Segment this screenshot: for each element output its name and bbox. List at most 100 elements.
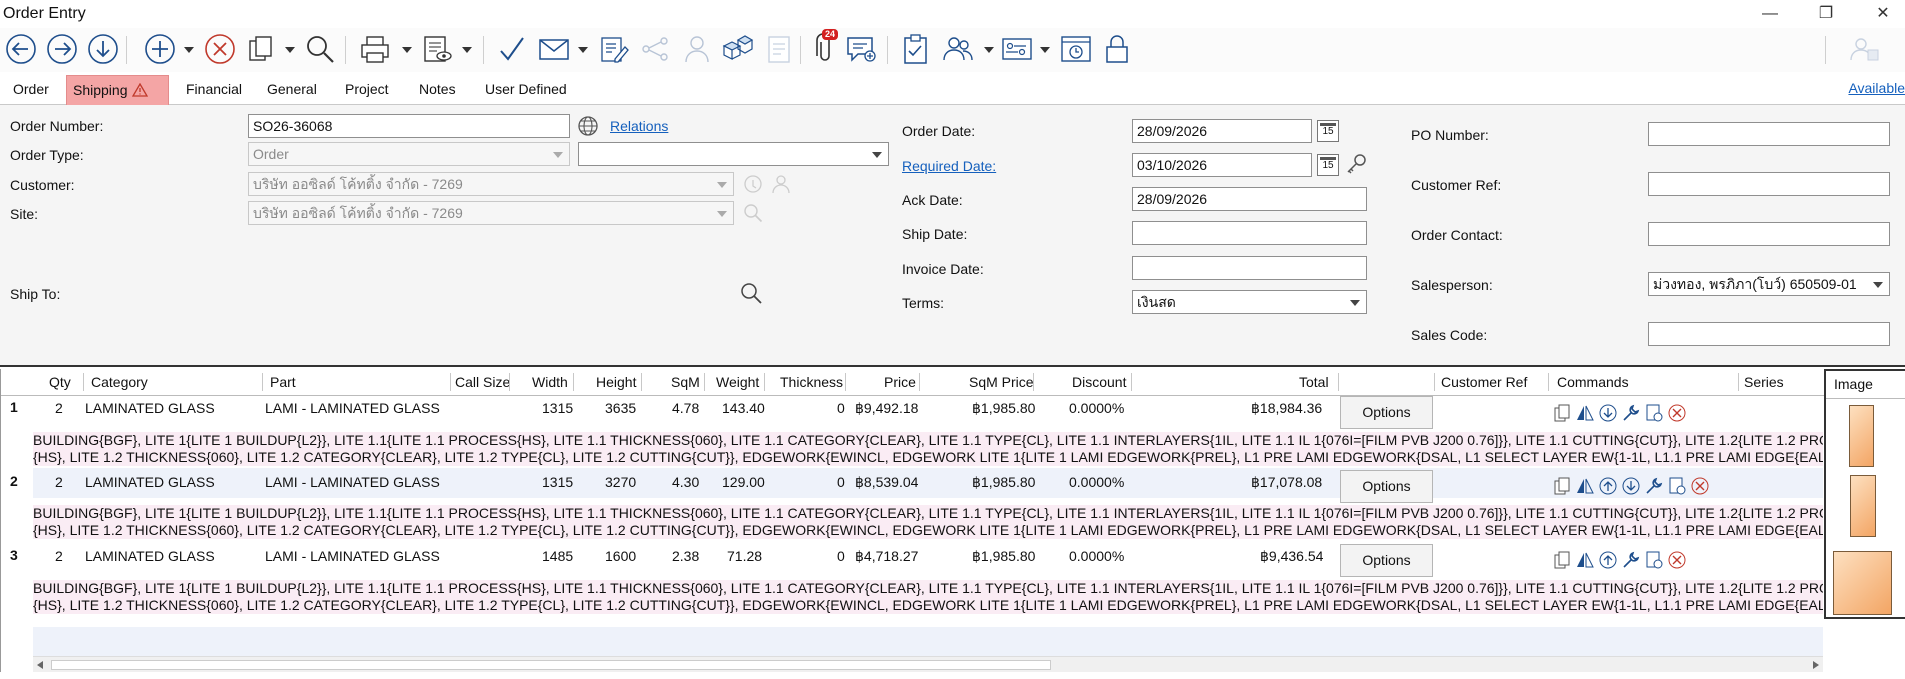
column-discount[interactable]: Discount	[1072, 374, 1126, 390]
options-button[interactable]: Options	[1340, 396, 1433, 429]
salesperson-select[interactable]: ม่วงทอง, พรภิภา(โบว์) 650509-01	[1648, 272, 1890, 296]
customer-ref-field[interactable]	[1648, 172, 1890, 196]
forward-icon[interactable]	[45, 32, 79, 66]
relations-link[interactable]: Relations	[610, 118, 668, 134]
users-icon[interactable]	[941, 32, 975, 66]
order-date-calendar-icon[interactable]: 15	[1317, 120, 1339, 142]
email-icon[interactable]	[537, 32, 571, 66]
terms-select[interactable]: เงินสด	[1132, 290, 1367, 314]
move-up-icon[interactable]	[1598, 550, 1618, 570]
schedule-icon[interactable]	[1059, 32, 1093, 66]
tab-shipping[interactable]: Shipping	[66, 75, 169, 105]
column-thickness[interactable]: Thickness	[780, 374, 843, 390]
scroll-right-arrow-icon[interactable]	[1813, 661, 1819, 669]
tab-project[interactable]: Project	[339, 75, 395, 105]
search-icon[interactable]	[303, 32, 337, 66]
required-date-link[interactable]: Required Date:	[902, 158, 996, 174]
order-contact-field[interactable]	[1648, 222, 1890, 246]
column-price[interactable]: Price	[884, 374, 916, 390]
move-down-icon[interactable]	[1598, 403, 1618, 423]
column-series[interactable]: Series	[1744, 374, 1784, 390]
column-category[interactable]: Category	[91, 374, 148, 390]
cancel-icon[interactable]	[203, 32, 237, 66]
column-separator[interactable]	[262, 373, 263, 391]
tab-general[interactable]: General	[261, 75, 323, 105]
site-select[interactable]: บริษัท ออซิลด์ โค้ทติ้ง จำกัด - 7269	[248, 201, 734, 225]
delete-icon[interactable]	[1667, 550, 1687, 570]
column-total[interactable]: Total	[1299, 374, 1329, 390]
column-commands[interactable]: Commands	[1557, 374, 1629, 390]
doc-clock-icon[interactable]	[1644, 550, 1664, 570]
column-separator[interactable]	[573, 373, 574, 391]
glass-thumbnail[interactable]	[1850, 475, 1876, 537]
copy-icon[interactable]	[1552, 403, 1572, 423]
restore-button[interactable]: ❐	[1806, 2, 1846, 26]
available-link[interactable]: Available	[1848, 80, 1905, 96]
options-button[interactable]: Options	[1340, 470, 1433, 503]
settings-dropdown-caret[interactable]	[1040, 47, 1050, 53]
column-width[interactable]: Width	[532, 374, 568, 390]
column-separator[interactable]	[1434, 373, 1435, 391]
sales-code-field[interactable]	[1648, 322, 1890, 346]
order-date-field[interactable]: 28/09/2026	[1132, 119, 1312, 143]
preview-icon[interactable]	[420, 32, 454, 66]
lock-icon[interactable]	[1100, 32, 1134, 66]
column-separator[interactable]	[919, 373, 920, 391]
column-separator[interactable]	[641, 373, 642, 391]
copy-dropdown-caret[interactable]	[285, 47, 295, 53]
add-dropdown-caret[interactable]	[184, 47, 194, 53]
wrench-icon[interactable]	[1621, 550, 1641, 570]
ship-date-field[interactable]	[1132, 221, 1367, 245]
3d-box-icon[interactable]	[720, 32, 754, 66]
customer-select[interactable]: บริษัท ออซิลด์ โค้ทติ้ง จำกัด - 7269	[248, 172, 734, 196]
add-icon[interactable]	[143, 32, 177, 66]
mirror-icon[interactable]	[1575, 476, 1595, 496]
move-up-icon[interactable]	[1598, 476, 1618, 496]
tab-notes[interactable]: Notes	[413, 75, 462, 105]
users-dropdown-caret[interactable]	[984, 47, 994, 53]
mirror-icon[interactable]	[1575, 403, 1595, 423]
attachment-icon[interactable]: 24	[808, 29, 842, 66]
required-date-calendar-icon[interactable]: 15	[1317, 154, 1339, 176]
wrench-icon[interactable]	[1621, 403, 1641, 423]
horizontal-scrollbar[interactable]	[33, 656, 1823, 672]
column-separator[interactable]	[1033, 373, 1034, 391]
column-customer-ref[interactable]: Customer Ref	[1441, 374, 1527, 390]
column-part[interactable]: Part	[270, 374, 296, 390]
close-window-button[interactable]: ✕	[1863, 2, 1903, 26]
column-separator[interactable]	[1738, 373, 1739, 391]
column-separator[interactable]	[764, 373, 765, 391]
order-type-secondary-select[interactable]	[578, 142, 889, 166]
column-sqm[interactable]: SqM	[671, 374, 700, 390]
column-weight[interactable]: Weight	[716, 374, 759, 390]
doc-clock-icon[interactable]	[1644, 403, 1664, 423]
scrollbar-thumb[interactable]	[51, 660, 1051, 670]
doc-clock-icon[interactable]	[1667, 476, 1687, 496]
print-dropdown-caret[interactable]	[402, 47, 412, 53]
mirror-icon[interactable]	[1575, 550, 1595, 570]
clipboard-check-icon[interactable]	[899, 32, 933, 66]
check-icon[interactable]	[495, 32, 529, 66]
tab-user-defined[interactable]: User Defined	[479, 75, 573, 105]
copy-icon[interactable]	[1552, 550, 1572, 570]
column-separator[interactable]	[1548, 373, 1549, 391]
ship-to-search-icon[interactable]	[739, 281, 763, 308]
column-separator[interactable]	[1131, 373, 1132, 391]
tab-financial[interactable]: Financial	[180, 75, 248, 105]
scroll-left-arrow-icon[interactable]	[37, 661, 43, 669]
po-number-field[interactable]	[1648, 122, 1890, 146]
settings-panel-icon[interactable]	[1000, 32, 1034, 66]
wrench-icon[interactable]	[1644, 476, 1664, 496]
back-icon[interactable]	[4, 32, 38, 66]
column-separator[interactable]	[509, 373, 510, 391]
ack-date-field[interactable]: 28/09/2026	[1132, 187, 1367, 211]
column-separator[interactable]	[1338, 373, 1339, 391]
required-date-field[interactable]: 03/10/2026	[1132, 153, 1312, 177]
column-height[interactable]: Height	[596, 374, 636, 390]
delete-icon[interactable]	[1690, 476, 1710, 496]
copy-icon[interactable]	[243, 32, 277, 66]
email-dropdown-caret[interactable]	[578, 47, 588, 53]
column-qty[interactable]: Qty	[49, 374, 71, 390]
column-sqm-price[interactable]: SqM Price	[969, 374, 1034, 390]
delete-icon[interactable]	[1667, 403, 1687, 423]
